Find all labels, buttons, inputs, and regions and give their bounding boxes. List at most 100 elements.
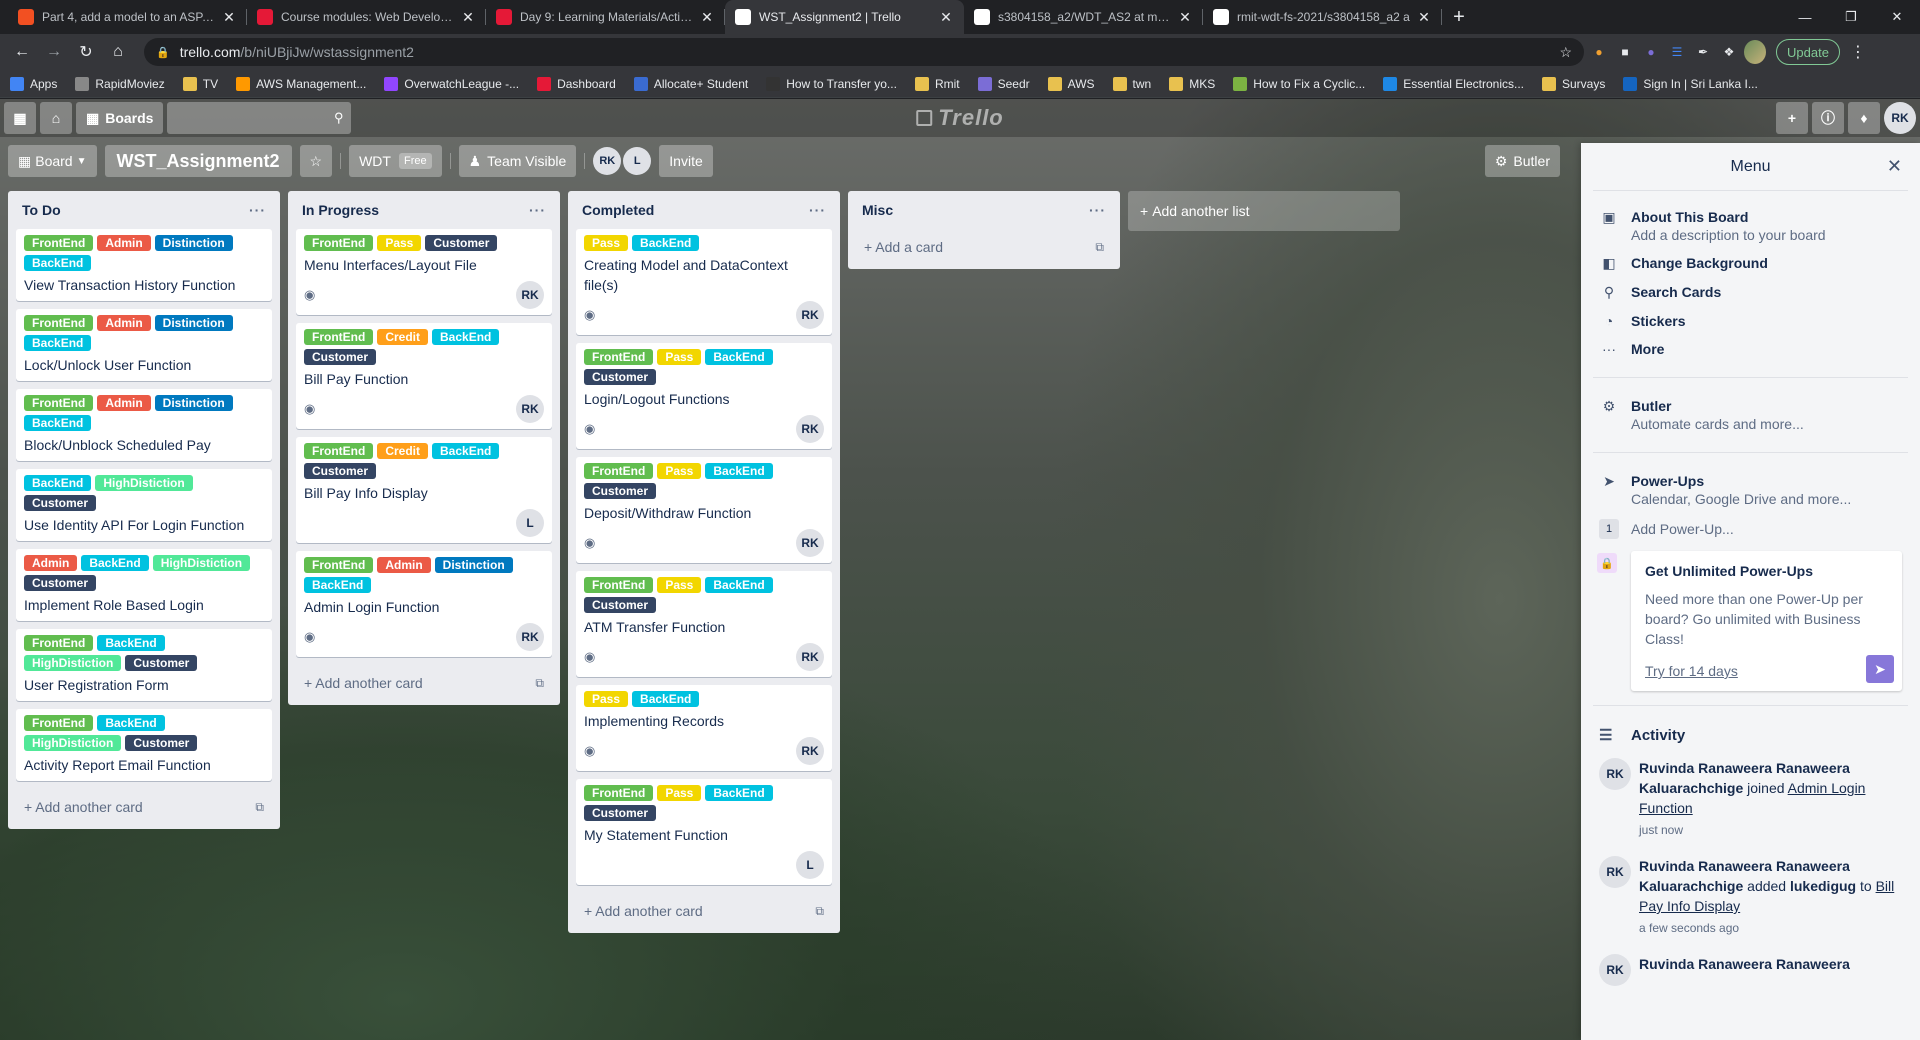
card-member-avatar[interactable]: L: [516, 509, 544, 537]
info-icon[interactable]: ⓘ: [1812, 102, 1844, 134]
card-label[interactable]: FrontEnd: [304, 329, 374, 345]
menu-item-butler[interactable]: ⚙ Butler Automate cards and more...: [1593, 392, 1908, 438]
card-label[interactable]: BackEnd: [705, 785, 773, 801]
card-label[interactable]: FrontEnd: [584, 577, 654, 593]
activity-target[interactable]: lukedigug: [1790, 878, 1856, 894]
bookmark-item[interactable]: RapidMoviez: [75, 76, 165, 91]
card-label[interactable]: BackEnd: [24, 255, 92, 271]
add-card-button[interactable]: + Add another card ⧉: [16, 789, 272, 825]
invite-button[interactable]: Invite: [659, 145, 713, 177]
card-label[interactable]: Admin: [24, 555, 78, 571]
menu-item-change-background[interactable]: ◧ Change Background: [1593, 249, 1908, 278]
card-label[interactable]: Customer: [304, 349, 377, 365]
tab-close-icon[interactable]: ✕: [221, 9, 237, 26]
card-label[interactable]: BackEnd: [432, 443, 500, 459]
add-card-button[interactable]: + Add another card ⧉: [296, 665, 552, 701]
card-label[interactable]: Admin: [97, 395, 151, 411]
add-power-up-link[interactable]: 1 Add Power-Up...: [1593, 513, 1908, 545]
card-member-avatar[interactable]: RK: [796, 529, 824, 557]
card-label[interactable]: FrontEnd: [584, 463, 654, 479]
forward-icon[interactable]: →: [40, 38, 68, 66]
card[interactable]: FrontEnd BackEnd HighDistiction Customer Act…: [16, 709, 272, 781]
bookmark-item[interactable]: Apps: [10, 76, 57, 91]
card-label[interactable]: Customer: [125, 655, 198, 671]
card-label[interactable]: BackEnd: [632, 235, 700, 251]
board-title[interactable]: WST_Assignment2: [104, 145, 292, 177]
bookmark-item[interactable]: TV: [182, 76, 218, 91]
card-label[interactable]: FrontEnd: [584, 349, 654, 365]
card-label[interactable]: Customer: [584, 597, 657, 613]
menu-item-search-cards[interactable]: ⚲ Search Cards: [1593, 278, 1908, 307]
card-label[interactable]: Admin: [97, 315, 151, 331]
card-label[interactable]: FrontEnd: [304, 557, 374, 573]
extension-icon[interactable]: ●: [1588, 41, 1610, 63]
card-label[interactable]: FrontEnd: [304, 235, 374, 251]
add-card-button[interactable]: + Add a card ⧉: [856, 229, 1112, 265]
card[interactable]: FrontEnd Pass BackEnd Customer My Statement …: [576, 779, 832, 885]
bookmark-item[interactable]: Sign In | Sri Lanka I...: [1623, 76, 1758, 91]
list-menu-icon[interactable]: ···: [529, 202, 546, 218]
card-label[interactable]: FrontEnd: [24, 235, 94, 251]
card-label[interactable]: FrontEnd: [24, 635, 94, 651]
extension-icon[interactable]: ✒: [1692, 41, 1714, 63]
extension-icon[interactable]: ●: [1640, 41, 1662, 63]
extension-icon[interactable]: ☰: [1666, 41, 1688, 63]
member-avatar[interactable]: L: [623, 147, 652, 175]
card-label[interactable]: Customer: [125, 735, 198, 751]
card-label[interactable]: BackEnd: [705, 349, 773, 365]
list-title[interactable]: Completed: [582, 202, 654, 218]
bookmark-item[interactable]: AWS: [1047, 76, 1095, 91]
card[interactable]: FrontEnd Admin Distinction BackEnd Block/Unb…: [16, 389, 272, 461]
puzzle-icon[interactable]: ❖: [1718, 41, 1740, 63]
card-template-icon[interactable]: ⧉: [815, 904, 824, 919]
list-menu-icon[interactable]: ···: [809, 202, 826, 218]
card-label[interactable]: Customer: [425, 235, 498, 251]
star-board-button[interactable]: ☆: [299, 145, 333, 177]
card[interactable]: Pass BackEnd Creating Model and DataContex…: [576, 229, 832, 335]
notification-bell-icon[interactable]: ♦: [1848, 102, 1880, 134]
activity-user[interactable]: Ruvinda Ranaweera Ranaweera: [1639, 956, 1850, 972]
tab-close-icon[interactable]: ✕: [1177, 9, 1193, 26]
list-header[interactable]: Misc ···: [856, 191, 1112, 229]
team-button[interactable]: WDT Free: [349, 145, 442, 177]
browser-tab[interactable]: Day 9: Learning Materials/Activiti ✕: [486, 0, 725, 34]
tab-close-icon[interactable]: ✕: [460, 9, 476, 26]
list-title[interactable]: To Do: [22, 202, 61, 218]
card-label[interactable]: HighDistiction: [95, 475, 193, 491]
list-menu-icon[interactable]: ···: [249, 202, 266, 218]
card-label[interactable]: Pass: [584, 691, 629, 707]
card-label[interactable]: FrontEnd: [584, 785, 654, 801]
card-label[interactable]: FrontEnd: [24, 715, 94, 731]
card-member-avatar[interactable]: L: [796, 851, 824, 879]
kebab-menu-icon[interactable]: ⋮: [1844, 38, 1872, 66]
restore-icon[interactable]: ❐: [1828, 0, 1874, 34]
card[interactable]: FrontEnd Pass BackEnd Customer ATM Transfer …: [576, 571, 832, 677]
browser-tab[interactable]: WST_Assignment2 | Trello ✕: [725, 0, 964, 34]
card[interactable]: Admin BackEnd HighDistiction Customer Implem…: [16, 549, 272, 621]
bookmark-item[interactable]: How to Transfer yo...: [766, 76, 897, 91]
card[interactable]: FrontEnd Admin Distinction BackEnd Admin Log…: [296, 551, 552, 657]
card-label[interactable]: BackEnd: [97, 635, 165, 651]
list-header[interactable]: To Do ···: [16, 191, 272, 229]
bookmark-item[interactable]: Dashboard: [537, 76, 616, 91]
browser-tab[interactable]: Part 4, add a model to an ASP.NE ✕: [8, 0, 247, 34]
minimize-icon[interactable]: —: [1782, 0, 1828, 34]
activity-avatar[interactable]: RK: [1599, 856, 1631, 888]
activity-avatar[interactable]: RK: [1599, 954, 1631, 986]
card-label[interactable]: BackEnd: [81, 555, 149, 571]
activity-avatar[interactable]: RK: [1599, 758, 1631, 790]
card-label[interactable]: Pass: [657, 785, 702, 801]
new-tab-button[interactable]: +: [1442, 0, 1476, 34]
card-member-avatar[interactable]: RK: [796, 301, 824, 329]
bookmark-item[interactable]: OverwatchLeague -...: [384, 76, 519, 91]
list-header[interactable]: Completed ···: [576, 191, 832, 229]
card-member-avatar[interactable]: RK: [796, 737, 824, 765]
card-label[interactable]: BackEnd: [632, 691, 700, 707]
bookmark-item[interactable]: Seedr: [977, 76, 1030, 91]
card-template-icon[interactable]: ⧉: [255, 800, 264, 815]
add-list-button[interactable]: + Add another list: [1128, 191, 1400, 231]
send-icon[interactable]: ➤: [1866, 655, 1894, 683]
card-label[interactable]: HighDistiction: [24, 655, 122, 671]
card[interactable]: FrontEnd Pass BackEnd Customer Deposit/Withd…: [576, 457, 832, 563]
list-menu-icon[interactable]: ···: [1089, 202, 1106, 218]
